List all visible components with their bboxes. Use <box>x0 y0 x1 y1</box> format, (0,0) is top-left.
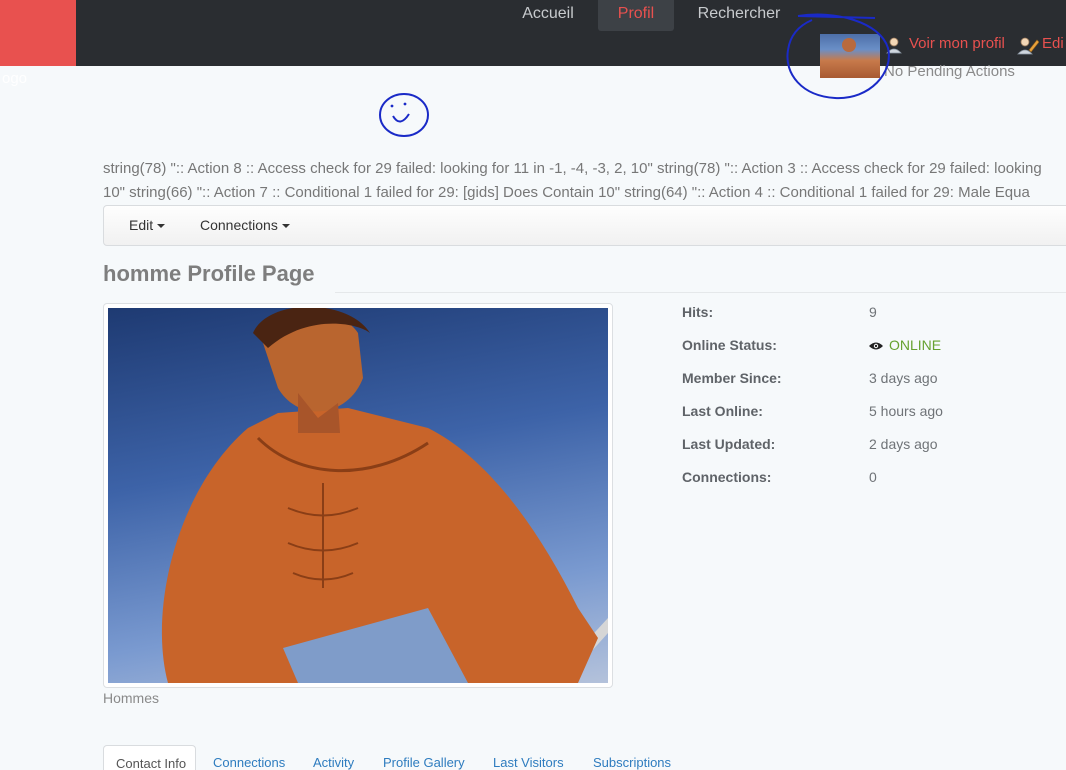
logo[interactable] <box>0 0 76 66</box>
connections-label: Connections: <box>682 469 772 485</box>
online-status-label: Online Status: <box>682 337 777 353</box>
logo-text: ogo <box>2 70 28 87</box>
hits-value: 9 <box>869 304 877 320</box>
photo-caption: Hommes <box>103 690 160 706</box>
nav-profil[interactable]: Profil <box>598 0 674 31</box>
nav-rechercher[interactable]: Rechercher <box>686 0 792 31</box>
debug-line: 10" string(66) ":: Action 7 :: Condition… <box>103 184 1030 201</box>
debug-line: string(78) ":: Action 8 :: Access check … <box>103 160 1042 177</box>
tab-last-visitors[interactable]: Last Visitors <box>493 755 564 770</box>
edit-profile-link[interactable]: Edi <box>1042 35 1064 52</box>
profile-toolbar: Edit Connections <box>103 205 1066 246</box>
profile-photo[interactable] <box>108 308 608 683</box>
last-updated-value: 2 days ago <box>869 436 938 452</box>
nav-accueil[interactable]: Accueil <box>510 0 586 31</box>
member-since-value: 3 days ago <box>869 370 938 386</box>
edit-dropdown-label: Edit <box>129 217 154 233</box>
connections-value: 0 <box>869 469 877 485</box>
member-since-label: Member Since: <box>682 370 782 386</box>
tab-activity[interactable]: Activity <box>313 755 354 770</box>
title-divider <box>335 292 1066 293</box>
edit-profile-icon <box>1017 37 1039 55</box>
eye-icon <box>869 342 883 350</box>
tab-subscriptions[interactable]: Subscriptions <box>593 755 671 770</box>
chevron-down-icon <box>281 224 290 229</box>
connections-dropdown-button[interactable]: Connections <box>200 217 290 233</box>
chevron-down-icon <box>157 224 166 229</box>
view-profile-link[interactable]: Voir mon profil <box>909 35 1005 52</box>
tab-contact-info[interactable]: Contact Info <box>103 745 196 770</box>
hits-label: Hits: <box>682 304 714 320</box>
annotation-smiley <box>379 93 429 137</box>
tab-connections[interactable]: Connections <box>213 755 285 770</box>
last-online-label: Last Online: <box>682 403 763 419</box>
page-title: homme Profile Page <box>103 261 315 286</box>
profile-photo-image <box>161 308 608 683</box>
last-online-value: 5 hours ago <box>869 403 943 419</box>
online-status-value: ONLINE <box>869 337 941 353</box>
online-status-text: ONLINE <box>889 337 942 353</box>
edit-dropdown-button[interactable]: Edit <box>129 217 166 233</box>
connections-dropdown-label: Connections <box>200 217 278 233</box>
last-updated-label: Last Updated: <box>682 436 776 452</box>
tab-profile-gallery[interactable]: Profile Gallery <box>383 755 465 770</box>
pending-actions: No Pending Actions <box>884 63 1015 80</box>
annotation-circle <box>786 13 890 100</box>
profile-photo-frame <box>103 303 613 688</box>
